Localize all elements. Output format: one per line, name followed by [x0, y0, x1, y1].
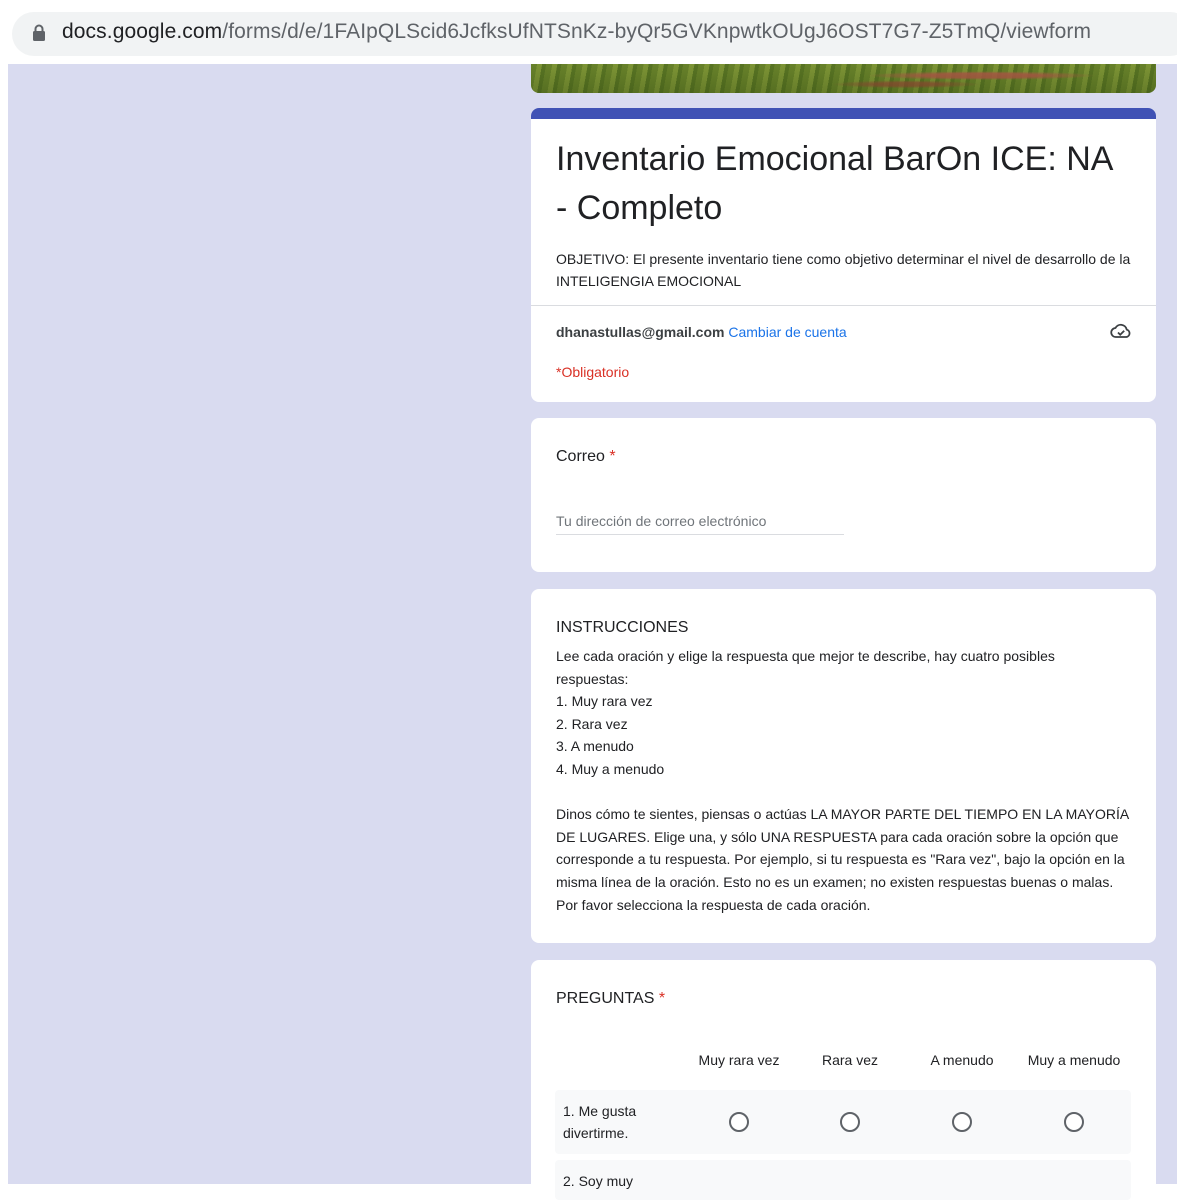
divider: [531, 305, 1156, 306]
grid-row-2: 2. Soy muy: [555, 1160, 1131, 1200]
grid-column-headers: Muy rara vez Rara vez A menudo Muy a men…: [531, 1052, 1156, 1072]
instructions-body: Lee cada oración y elige la respuesta qu…: [556, 645, 1136, 916]
instructions-line: misma línea de la oración. Esto no es un…: [556, 873, 1114, 890]
instructions-option: 1. Muy rara vez: [556, 693, 653, 710]
radio-rara-vez[interactable]: [840, 1112, 860, 1132]
instructions-line: Lee cada oración y elige la respuesta qu…: [556, 648, 1055, 664]
grid-row-1: 1. Me gusta divertirme.: [555, 1090, 1131, 1154]
radio-muy-rara-vez[interactable]: [729, 1112, 749, 1132]
column-header-muy-rara-vez: Muy rara vez: [698, 1052, 780, 1068]
cloud-saved-icon: [1110, 323, 1131, 338]
email-input[interactable]: [556, 508, 844, 535]
form-title-card: Inventario Emocional BarOn ICE: NA - Com…: [531, 108, 1156, 402]
email-question-title: Correo *: [556, 448, 616, 466]
account-line: dhanastullas@gmail.com Cambiar de cuenta: [556, 324, 847, 340]
browser-address-bar: docs.google.com/forms/d/e/1FAIpQLScid6Jc…: [0, 0, 1177, 64]
required-asterisk: *: [658, 990, 666, 1007]
row-label: 1. Me gusta divertirme.: [563, 1100, 673, 1144]
row-label-line: 1. Me gusta: [563, 1103, 637, 1119]
instructions-line: Dinos cómo te sientes, piensas o actúas …: [556, 806, 1130, 823]
radio-a-menudo[interactable]: [952, 1112, 972, 1132]
required-asterisk: *: [609, 448, 616, 465]
grid-question-label: PREGUNTAS: [556, 990, 655, 1007]
form-description: OBJETIVO: El presente inventario tiene c…: [556, 251, 1131, 289]
switch-account-link[interactable]: Cambiar de cuenta: [728, 324, 846, 340]
form-header-image: [531, 64, 1156, 93]
row-label-line: divertirme.: [563, 1125, 629, 1141]
required-note: *Obligatorio: [556, 364, 630, 380]
instructions-line: Por favor selecciona la respuesta de cad…: [556, 896, 871, 913]
grid-question-card: PREGUNTAS * Muy rara vez Rara vez A menu…: [531, 960, 1156, 1200]
column-header-a-menudo: A menudo: [930, 1052, 994, 1068]
grid-question-title: PREGUNTAS *: [556, 990, 665, 1008]
instructions-heading: INSTRUCCIONES: [556, 619, 689, 636]
instructions-card: INSTRUCCIONES Lee cada oración y elige l…: [531, 589, 1156, 943]
instructions-line: respuestas:: [556, 670, 629, 687]
instructions-option: 4. Muy a menudo: [556, 760, 665, 777]
lock-icon: [33, 24, 45, 41]
row-label-line: 2. Soy muy: [563, 1173, 634, 1189]
instructions-option: 3. A menudo: [556, 738, 634, 755]
instructions-option: 2. Rara vez: [556, 715, 628, 732]
instructions-line: corresponde a tu respuesta. Por ejemplo,…: [556, 851, 1125, 868]
form-title: Inventario Emocional BarOn ICE: NA - Com…: [556, 140, 1112, 227]
url-path: /forms/d/e/1FAIpQLScid6JcfksUfNTSnKz-byQ…: [222, 20, 1092, 43]
radio-muy-a-menudo[interactable]: [1064, 1112, 1084, 1132]
email-question-card: Correo *: [531, 418, 1156, 572]
url-text[interactable]: docs.google.com/forms/d/e/1FAIpQLScid6Jc…: [62, 20, 1091, 44]
column-header-rara-vez: Rara vez: [821, 1052, 879, 1068]
account-email: dhanastullas@gmail.com: [556, 324, 725, 340]
instructions-line: DE LUGARES. Elige una, y sólo UNA RESPUE…: [556, 828, 1119, 845]
accent-strip: [531, 108, 1156, 119]
url-host: docs.google.com: [62, 20, 223, 43]
row-label: 2. Soy muy: [563, 1170, 673, 1192]
email-question-label: Correo: [556, 448, 605, 465]
column-header-muy-a-menudo: Muy a menudo: [1027, 1052, 1121, 1068]
